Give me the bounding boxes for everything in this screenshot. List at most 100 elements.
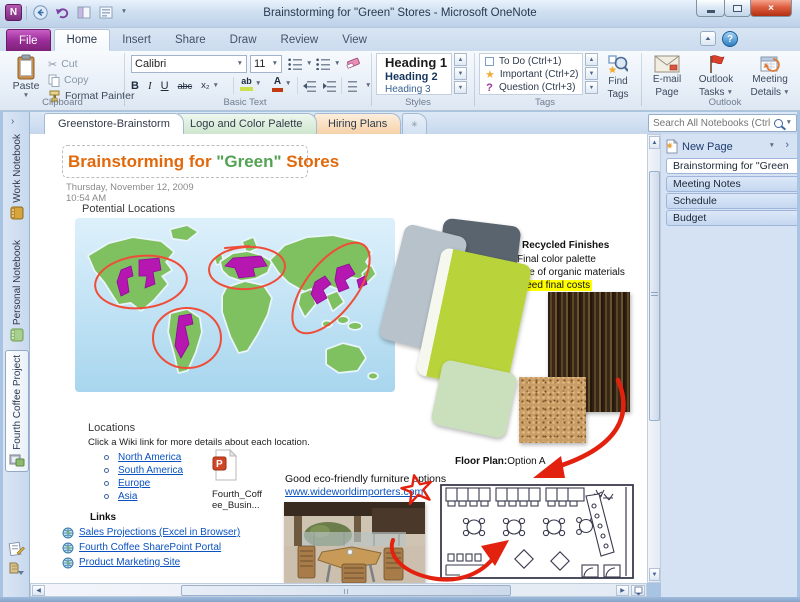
page-view-corner-button[interactable] — [631, 585, 645, 596]
close-button[interactable]: × — [750, 0, 792, 17]
minimize-ribbon-button[interactable]: ▲ — [700, 31, 716, 46]
ribbon-tab-review[interactable]: Review — [269, 29, 331, 51]
paragraph-align-button[interactable]: ▼ — [347, 78, 371, 94]
new-section-tab[interactable]: ✳ — [402, 113, 427, 134]
page-canvas[interactable]: Brainstorming for "Green" Stores Thursda… — [30, 134, 647, 583]
font-name-select[interactable]: Calibri ▼ — [131, 55, 247, 73]
minimize-button[interactable] — [696, 0, 725, 17]
notebook-work[interactable]: Work Notebook — [5, 134, 29, 220]
open-notebook-button[interactable] — [8, 560, 25, 581]
copy-button[interactable]: Copy — [48, 72, 89, 88]
unfiled-notes-button[interactable] — [8, 540, 25, 561]
notebook-personal[interactable]: Personal Notebook — [5, 240, 29, 342]
clear-formatting-button[interactable] — [346, 55, 361, 69]
page-tab-schedule[interactable]: Schedule — [666, 193, 797, 209]
meeting-details-button[interactable]: Meeting Details▼ — [744, 54, 796, 99]
font-size-select[interactable]: 11 ▼ — [250, 55, 282, 73]
tags-more-button[interactable]: ▼ — [585, 81, 598, 94]
subscript-dropdown-icon[interactable]: ▼ — [213, 83, 219, 90]
dock-to-desktop-button[interactable] — [75, 4, 93, 21]
decrease-indent-button[interactable] — [303, 78, 317, 94]
link-sales-projections[interactable]: Sales Projections (Excel in Browser) — [79, 527, 240, 538]
style-heading3[interactable]: Heading 3 — [377, 83, 451, 95]
underline-button[interactable]: U — [161, 81, 169, 92]
tags-scroll-down[interactable]: ▼ — [585, 67, 598, 80]
undo-button[interactable] — [53, 4, 71, 21]
ribbon-tab-draw[interactable]: Draw — [218, 29, 269, 51]
maximize-button[interactable] — [724, 0, 751, 17]
scroll-up-button[interactable]: ▲ — [649, 136, 660, 149]
link-north-america[interactable]: North America — [118, 452, 181, 463]
increase-indent-button[interactable] — [323, 78, 337, 94]
subscript-button[interactable]: x₂ — [201, 81, 209, 91]
style-heading1[interactable]: Heading 1 — [377, 54, 451, 70]
horizontal-scroll-thumb[interactable] — [181, 585, 511, 596]
full-page-view-button[interactable] — [97, 4, 115, 21]
back-button[interactable] — [31, 4, 49, 21]
find-tags-button[interactable]: Find Tags — [602, 54, 634, 101]
strikethrough-button[interactable]: abc — [178, 82, 193, 91]
ribbon-tab-file[interactable]: File — [6, 29, 51, 51]
recycled-finishes-block[interactable]: Recycled Finishes Final color palette Us… — [522, 240, 647, 291]
email-page-button[interactable]: E-mail Page — [646, 54, 688, 99]
section-tab-greenstore[interactable]: Greenstore-Brainstorm — [44, 113, 184, 134]
notebook-fourth-coffee[interactable]: Fourth Coffee Project — [5, 350, 29, 472]
vertical-scrollbar[interactable]: ▲ ▼ — [647, 134, 661, 583]
tag-important[interactable]: ★ Important (Ctrl+2) — [480, 68, 582, 81]
collapse-panel-button[interactable]: › — [785, 139, 789, 151]
basic-text-group-label: Basic Text — [200, 97, 290, 108]
styles-more-button[interactable]: ▼ — [454, 81, 467, 94]
paste-button[interactable]: Paste ▼ — [8, 54, 44, 100]
tag-question[interactable]: ? Question (Ctrl+3) — [480, 81, 582, 94]
styles-scroll-down[interactable]: ▼ — [454, 67, 467, 80]
search-icon[interactable] — [774, 119, 783, 128]
bold-button[interactable]: B — [131, 81, 139, 92]
scroll-right-button[interactable]: ▶ — [616, 585, 629, 596]
scroll-left-button[interactable]: ◀ — [32, 585, 45, 596]
tags-scroll-up[interactable]: ▲ — [585, 53, 598, 66]
quick-access-toolbar: N ▼ — [5, 4, 129, 21]
tasks-dropdown-icon: ▼ — [727, 90, 733, 97]
horizontal-scrollbar[interactable]: ◀ ▶ — [30, 583, 647, 597]
qat-customize-dropdown[interactable]: ▼ — [119, 4, 129, 21]
scroll-down-button[interactable]: ▼ — [649, 568, 660, 581]
tag-todo[interactable]: To Do (Ctrl+1) — [480, 55, 582, 68]
page-tab-brainstorming[interactable]: Brainstorming for "Green — [666, 158, 797, 174]
onenote-app-icon[interactable]: N — [5, 4, 22, 21]
outlook-tasks-button[interactable]: Outlook Tasks▼ — [690, 54, 742, 99]
bullets-button[interactable]: ▼ — [288, 56, 312, 72]
new-page-button[interactable]: New Page — [665, 139, 733, 154]
italic-button[interactable]: I — [148, 81, 152, 92]
vertical-scroll-thumb[interactable] — [649, 171, 660, 421]
attachment-powerpoint[interactable]: P Fourth_Coff ee_Busin... — [212, 449, 262, 511]
link-asia[interactable]: Asia — [118, 491, 137, 502]
world-map-image[interactable] — [75, 218, 395, 392]
styles-scroll-up[interactable]: ▲ — [454, 53, 467, 66]
globe-icon — [62, 542, 74, 554]
highlight-button[interactable]: ab ▼ — [240, 76, 261, 92]
ribbon-tab-view[interactable]: View — [330, 29, 379, 51]
help-button[interactable]: ? — [722, 31, 738, 47]
link-south-america[interactable]: South America — [118, 465, 183, 476]
link-sharepoint-portal[interactable]: Fourth Coffee SharePoint Portal — [79, 542, 221, 553]
search-input[interactable] — [653, 118, 771, 129]
search-scope-dropdown[interactable]: ▼ — [786, 120, 792, 127]
section-tab-hiring[interactable]: Hiring Plans — [314, 113, 401, 134]
ribbon-tab-insert[interactable]: Insert — [110, 29, 163, 51]
font-color-button[interactable]: A ▼ — [272, 76, 291, 92]
ribbon-tab-strip: File Home Insert Share Draw Review View … — [0, 28, 800, 51]
expand-navbar-button[interactable]: › — [11, 116, 14, 127]
style-heading2[interactable]: Heading 2 — [377, 70, 451, 83]
ribbon-tab-home[interactable]: Home — [54, 29, 111, 51]
numbering-button[interactable]: ▼ — [316, 56, 340, 72]
cut-button[interactable]: ✂ Cut — [48, 56, 78, 72]
page-title-box[interactable]: Brainstorming for "Green" Stores — [62, 145, 308, 178]
link-europe[interactable]: Europe — [118, 478, 150, 489]
link-product-marketing[interactable]: Product Marketing Site — [79, 557, 180, 568]
page-tab-budget[interactable]: Budget — [666, 210, 797, 226]
ribbon-tab-share[interactable]: Share — [163, 29, 218, 51]
section-tab-logo-palette[interactable]: Logo and Color Palette — [176, 113, 317, 134]
page-tab-meeting-notes[interactable]: Meeting Notes — [666, 176, 797, 192]
ribbon: Paste ▼ ✂ Cut Copy Format Painter Clipbo… — [0, 51, 800, 111]
new-page-dropdown[interactable]: ▼ — [769, 143, 775, 150]
